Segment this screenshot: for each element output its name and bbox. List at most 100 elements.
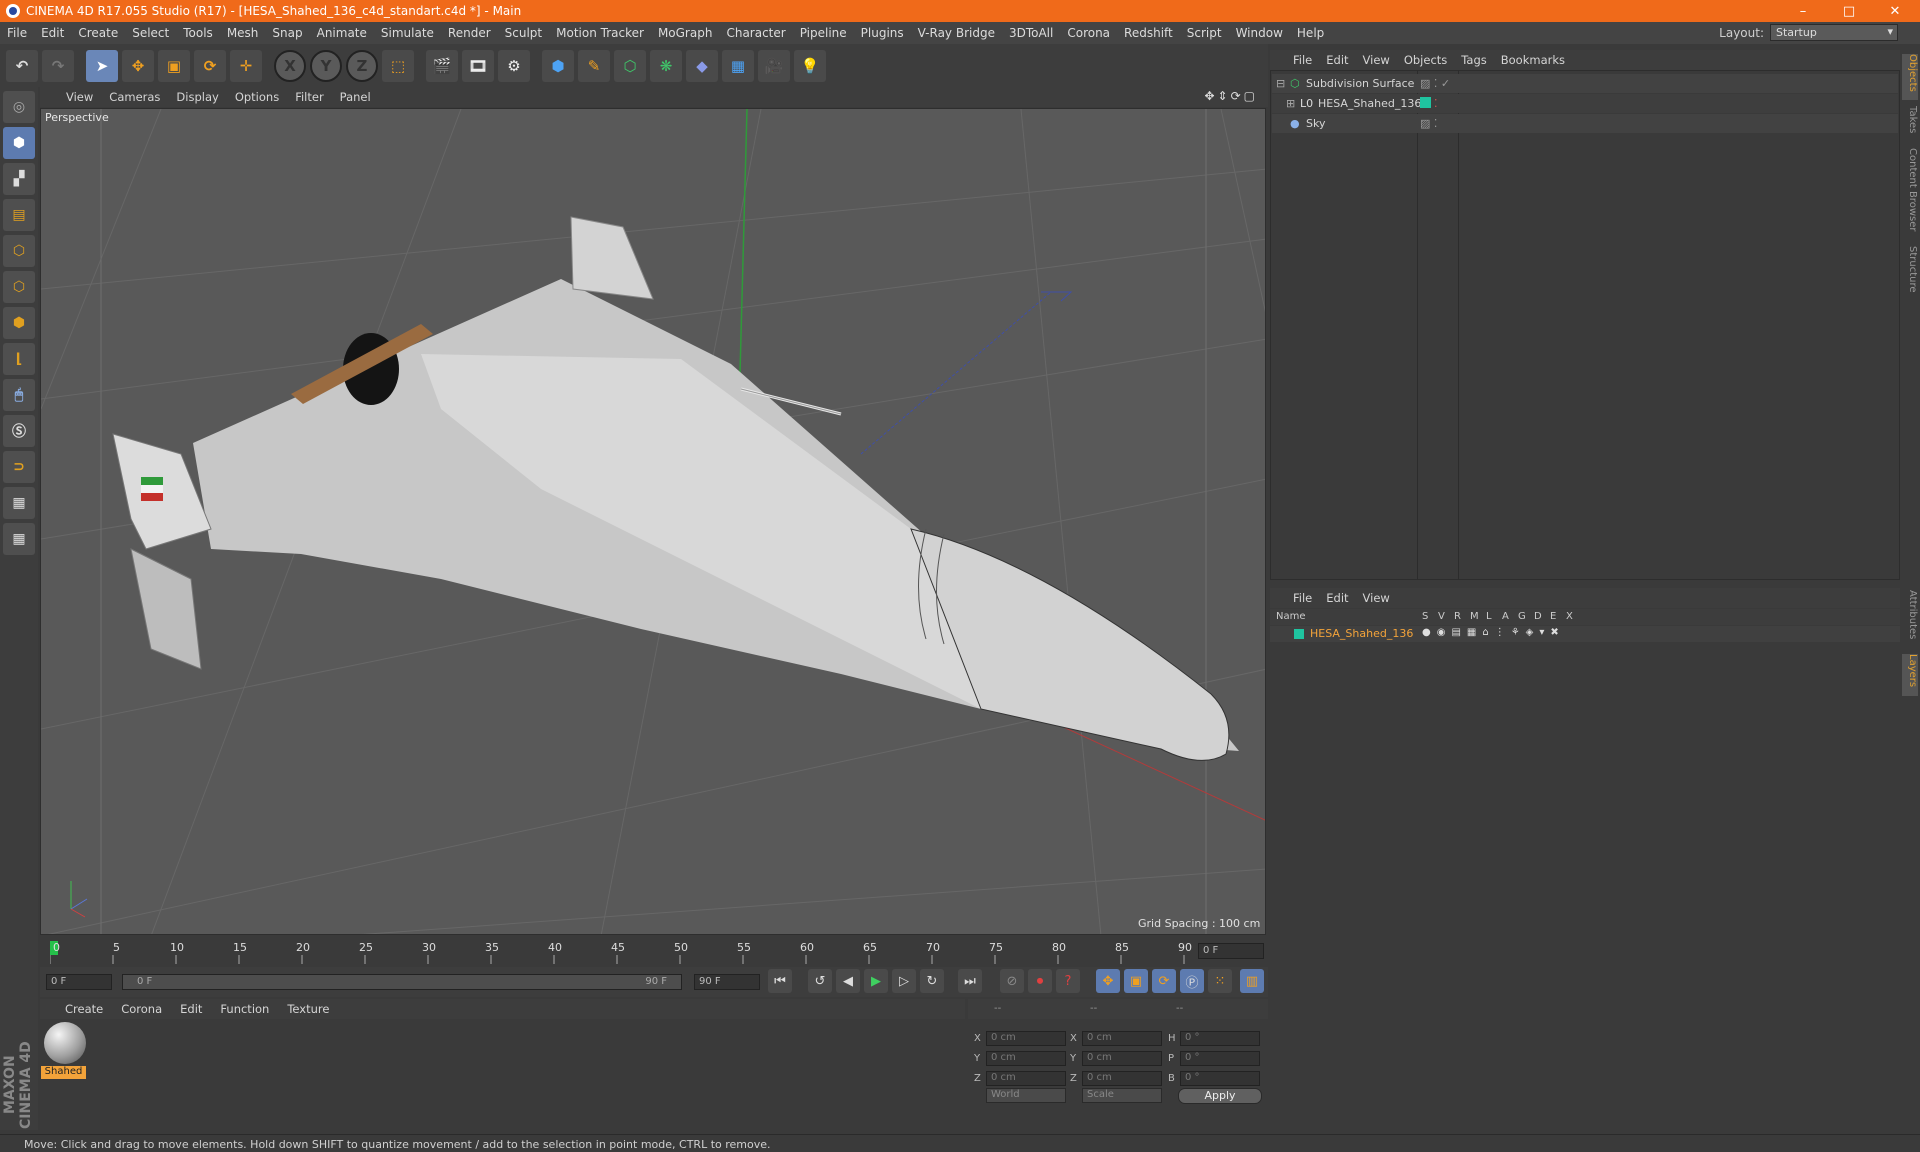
magnet-icon[interactable]: ⊃ xyxy=(3,451,35,483)
material-preview-sphere[interactable] xyxy=(44,1022,86,1064)
object-menu-objects[interactable]: Objects xyxy=(1397,53,1454,67)
snap-icon[interactable]: Ⓢ xyxy=(3,415,35,447)
tree-expand-icon[interactable]: ⊞ xyxy=(1286,97,1295,110)
render-view-icon[interactable]: 🎬 xyxy=(426,49,458,82)
floor-icon[interactable]: ▦ xyxy=(722,49,754,82)
layer-menu-edit[interactable]: Edit xyxy=(1319,591,1355,605)
object-row-hesa-shahed-136[interactable]: ⊞ L0 HESA_Shahed_136 ⁚ xyxy=(1272,94,1898,113)
current-frame-field[interactable]: 0 F xyxy=(1198,943,1264,959)
tree-collapse-icon[interactable]: ⊟ xyxy=(1276,77,1285,90)
position-x-field[interactable]: 0 cm xyxy=(986,1031,1066,1046)
end-frame-field[interactable]: 90 F xyxy=(694,974,760,990)
menu-character[interactable]: Character xyxy=(719,26,792,40)
live-selection-icon[interactable]: ➤ xyxy=(86,49,118,82)
menu-tools[interactable]: Tools xyxy=(176,26,220,40)
tab-takes[interactable]: Takes xyxy=(1902,106,1918,142)
layer-menu-view[interactable]: View xyxy=(1356,591,1397,605)
point-level-animation-icon[interactable]: ⁙ xyxy=(1208,969,1232,993)
rotation-p-field[interactable]: 0 ° xyxy=(1180,1051,1260,1066)
maximize-button[interactable]: □ xyxy=(1826,0,1872,22)
menu-script[interactable]: Script xyxy=(1180,26,1229,40)
light-icon[interactable]: 💡 xyxy=(794,49,826,82)
menu-animate[interactable]: Animate xyxy=(310,26,374,40)
visibility-dots-icon[interactable]: ▨ ⁚ xyxy=(1420,117,1437,130)
object-menu-edit[interactable]: Edit xyxy=(1319,53,1355,67)
parameter-key-icon[interactable]: Ⓟ xyxy=(1180,969,1204,993)
edges-mode-icon[interactable]: ⬡ xyxy=(3,271,35,303)
menu-mesh[interactable]: Mesh xyxy=(220,26,266,40)
object-menu-bookmarks[interactable]: Bookmarks xyxy=(1494,53,1572,67)
deformer-icon[interactable]: ◆ xyxy=(686,49,718,82)
undo-icon[interactable]: ↶ xyxy=(6,49,38,82)
tab-content-browser[interactable]: Content Browser xyxy=(1902,148,1918,238)
locked-workplane-icon[interactable]: ▦ xyxy=(3,487,35,519)
play-icon[interactable]: ▶ xyxy=(864,969,888,993)
material-menu-function[interactable]: Function xyxy=(211,1002,278,1016)
transform-icon[interactable]: ✛ xyxy=(230,49,262,82)
move-icon[interactable]: ✥ xyxy=(122,49,154,82)
object-menu-file[interactable]: File xyxy=(1286,53,1319,67)
object-name[interactable]: Subdivision Surface xyxy=(1306,77,1414,90)
layer-toggle-icons[interactable]: ●◉▤▦⌂⋮⚘◈▾✖ xyxy=(1422,627,1565,638)
rotation-b-field[interactable]: 0 ° xyxy=(1180,1071,1260,1086)
material-menu-corona[interactable]: Corona xyxy=(112,1002,171,1016)
axis-mode-icon[interactable]: ⌊ xyxy=(3,343,35,375)
menu-simulate[interactable]: Simulate xyxy=(374,26,441,40)
viewport-navigation-icons[interactable]: ✥⇕⟳▢ xyxy=(1204,89,1258,103)
viewport-menu-options[interactable]: Options xyxy=(227,90,287,104)
object-menu-view[interactable]: View xyxy=(1356,53,1397,67)
close-button[interactable]: ✕ xyxy=(1872,0,1918,22)
camera-icon[interactable]: 🎥 xyxy=(758,49,790,82)
rotate-icon[interactable]: ⟳ xyxy=(194,49,226,82)
menu-3dtoall[interactable]: 3DToAll xyxy=(1002,26,1060,40)
z-axis-lock-button[interactable]: Z xyxy=(346,49,378,82)
tab-objects[interactable]: Objects xyxy=(1902,54,1918,100)
preview-range-slider[interactable]: 0 F 90 F xyxy=(122,974,682,990)
material-menu-create[interactable]: Create xyxy=(56,1002,112,1016)
rotation-h-field[interactable]: 0 ° xyxy=(1180,1031,1260,1046)
y-axis-lock-button[interactable]: Y xyxy=(310,49,342,82)
layer-color-swatch[interactable] xyxy=(1420,97,1431,108)
object-row-subdivision-surface[interactable]: ⊟ ⬡ Subdivision Surface ▨ ⁚ ✓ xyxy=(1272,74,1898,93)
render-picture-viewer-icon[interactable]: 🎞 xyxy=(462,49,494,82)
tab-layers[interactable]: Layers xyxy=(1902,654,1918,696)
object-name[interactable]: Sky xyxy=(1306,117,1325,130)
menu-pipeline[interactable]: Pipeline xyxy=(793,26,854,40)
planar-workplane-icon[interactable]: ▦ xyxy=(3,523,35,555)
next-frame-icon[interactable]: ▷ xyxy=(892,969,916,993)
rotation-key-icon[interactable]: ⟳ xyxy=(1152,969,1176,993)
layer-color-swatch[interactable] xyxy=(1294,629,1304,639)
layer-row[interactable]: HESA_Shahed_136 ●◉▤▦⌂⋮⚘◈▾✖ xyxy=(1270,626,1900,642)
menu-render[interactable]: Render xyxy=(441,26,498,40)
size-mode-dropdown[interactable]: Scale xyxy=(1082,1088,1162,1103)
menu-file[interactable]: File xyxy=(0,26,34,40)
coordinate-space-dropdown[interactable]: World xyxy=(986,1088,1066,1103)
go-to-start-icon[interactable]: ⏮ xyxy=(768,969,792,993)
position-key-icon[interactable]: ✥ xyxy=(1096,969,1120,993)
size-y-field[interactable]: 0 cm xyxy=(1082,1051,1162,1066)
size-z-field[interactable]: 0 cm xyxy=(1082,1071,1162,1086)
timeline-window-icon[interactable]: ▥ xyxy=(1240,969,1264,993)
make-editable-icon[interactable]: ◎ xyxy=(3,91,35,123)
viewport-menu-display[interactable]: Display xyxy=(168,90,226,104)
workplane-icon[interactable]: ▤ xyxy=(3,199,35,231)
minimize-button[interactable]: – xyxy=(1780,0,1826,22)
autokey-icon[interactable]: ⏺ xyxy=(1028,969,1052,993)
start-frame-field[interactable]: 0 F xyxy=(46,974,112,990)
menu-select[interactable]: Select xyxy=(125,26,176,40)
menu-help[interactable]: Help xyxy=(1290,26,1331,40)
pen-spline-icon[interactable]: ✎ xyxy=(578,49,610,82)
next-key-icon[interactable]: ↻ xyxy=(920,969,944,993)
viewport-menu-filter[interactable]: Filter xyxy=(287,90,331,104)
record-keys-icon[interactable]: ⊘ xyxy=(1000,969,1024,993)
layer-name[interactable]: HESA_Shahed_136 xyxy=(1310,627,1413,640)
viewport-menu-panel[interactable]: Panel xyxy=(332,90,379,104)
render-settings-icon[interactable]: ⚙ xyxy=(498,49,530,82)
viewport-menu-view[interactable]: View xyxy=(58,90,101,104)
perspective-viewport[interactable] xyxy=(40,108,1266,935)
menu-edit[interactable]: Edit xyxy=(34,26,71,40)
object-row-sky[interactable]: ● Sky ▨ ⁚ xyxy=(1272,114,1898,133)
previous-key-icon[interactable]: ↺ xyxy=(808,969,832,993)
visibility-dots-icon[interactable]: ⁚ xyxy=(1434,97,1438,110)
menu-redshift[interactable]: Redshift xyxy=(1117,26,1180,40)
